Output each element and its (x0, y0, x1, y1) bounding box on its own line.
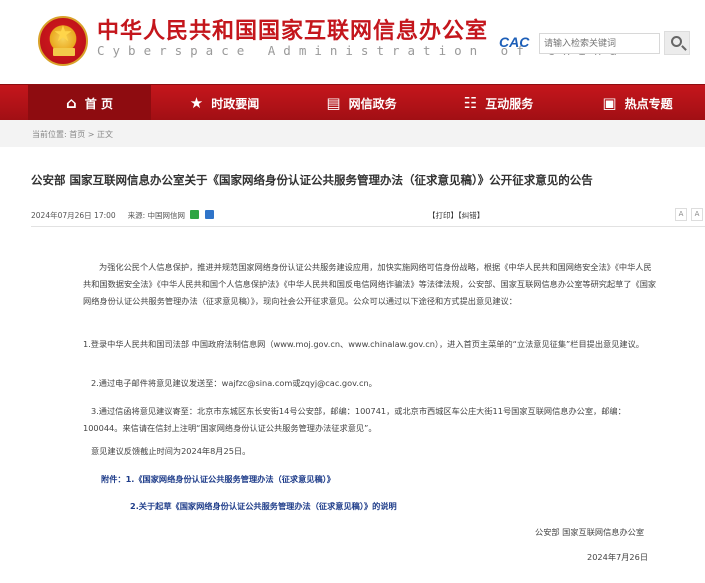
breadcrumb: 当前位置: 首页 > 正文 (0, 120, 705, 147)
main-nav: ⌂ 首 页 ★ 时政要闻 ▤ 网信政务 ☷ 互动服务 ▣ 热点专题 (0, 84, 705, 121)
paragraph-deadline: 意见建议反馈截止时间为2024年8月25日。 (91, 446, 251, 456)
star-icon: ★ (189, 94, 204, 112)
paragraph-method-2: 2.通过电子邮件将意见建议发送至：wajfzc@sina.com或zqyj@ca… (91, 378, 377, 388)
cac-logo[interactable]: CAC (499, 34, 529, 50)
paragraph-intro: 为强化公民个人信息保护，推进并规范国家网络身份认证公共服务建设应用，加快实施网络… (83, 262, 657, 306)
font-smaller-button[interactable]: A (675, 208, 687, 221)
paragraph-method-1: 1.登录中华人民共和国司法部 中国政府法制信息网（www.moj.gov.cn、… (83, 339, 644, 349)
site-title[interactable]: 中华人民共和国国家互联网信息办公室 (97, 13, 488, 45)
nav-item-topics[interactable]: ▣ 热点专题 (576, 85, 699, 121)
nav-item-news[interactable]: ★ 时政要闻 (163, 85, 286, 121)
national-emblem-icon[interactable]: ★ (38, 16, 88, 66)
divider (31, 226, 705, 227)
attachment-link-2[interactable]: 2.关于起草《国家网络身份认证公共服务管理办法（征求意见稿）》的说明 (130, 500, 397, 512)
site-header: ★ 中华人民共和国国家互联网信息办公室 Cyberspace Administr… (0, 0, 705, 84)
font-larger-button[interactable]: A (691, 208, 703, 221)
wechat-share-icon[interactable] (190, 210, 200, 219)
signature: 公安部 国家互联网信息办公室 (535, 527, 645, 537)
chat-icon: ☷ (463, 94, 478, 112)
article-title: 公安部 国家互联网信息办公室关于《国家网络身份认证公共服务管理办法（征求意见稿）… (31, 173, 593, 187)
print-link[interactable]: 【打印】 (428, 211, 458, 220)
search-button[interactable] (664, 31, 690, 55)
source-label: 来源: (127, 211, 146, 220)
attachment-link-1[interactable]: 附件：1.《国家网络身份认证公共服务管理办法（征求意见稿）》 (101, 473, 335, 485)
nav-item-home[interactable]: ⌂ 首 页 (28, 85, 151, 121)
weibo-share-icon[interactable] (204, 210, 214, 219)
folder-icon: ▣ (602, 94, 617, 112)
paragraph-method-3: 3.通过信函将意见建议寄至：北京市东城区东长安街14号公安部，邮编：100741… (83, 406, 626, 433)
publish-date: 2024年07月26日 17:00 (31, 211, 116, 220)
article-actions: 【打印】【纠错】 (428, 210, 484, 221)
search-icon (671, 36, 682, 47)
id-card-icon: ▤ (326, 94, 341, 112)
search-input[interactable] (539, 33, 660, 54)
nav-item-interactive[interactable]: ☷ 互动服务 (437, 85, 560, 121)
error-report-link[interactable]: 【纠错】 (458, 211, 484, 220)
home-icon: ⌂ (66, 94, 77, 112)
nav-item-affairs[interactable]: ▤ 网信政务 (300, 85, 423, 121)
article-meta: 2024年07月26日 17:00 来源: 中国网信网 (31, 210, 214, 221)
sign-date: 2024年7月26日 (587, 552, 649, 562)
source-name: 中国网信网 (147, 211, 186, 220)
